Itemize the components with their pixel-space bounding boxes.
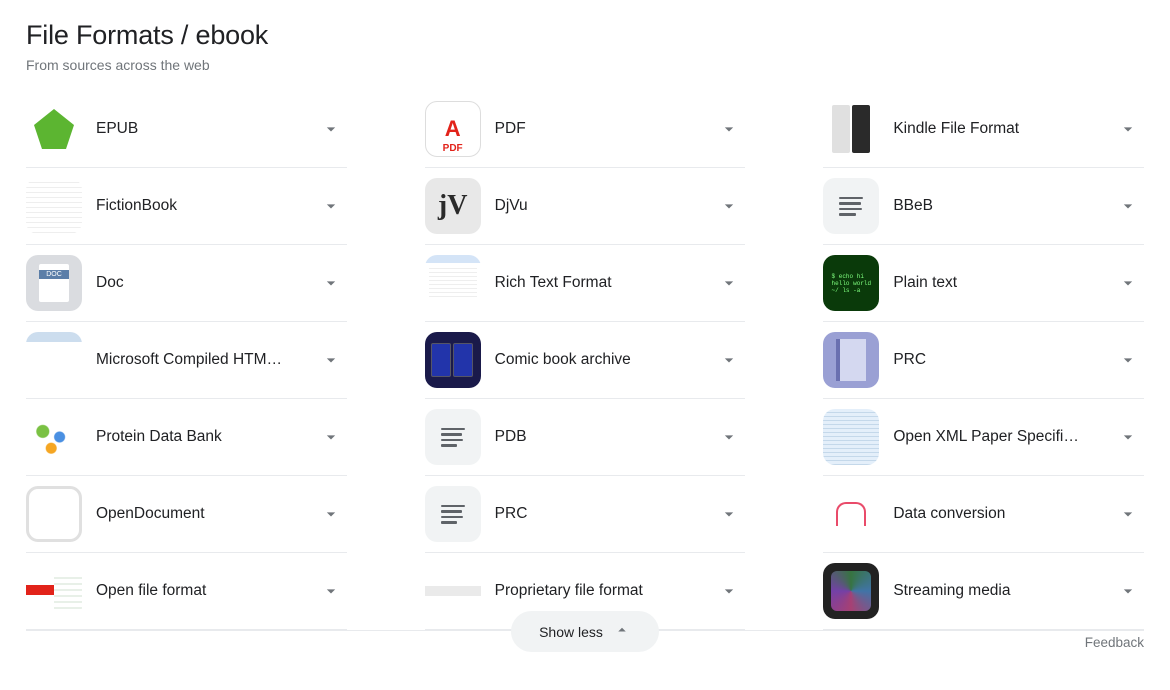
- format-label: Proprietary file format: [495, 582, 704, 600]
- chevron-up-icon: [613, 621, 631, 642]
- format-thumbnail: $ echo hihello world~/ ls -a: [823, 255, 879, 311]
- chevron-down-icon: [319, 271, 343, 295]
- format-label: Open file format: [96, 582, 305, 600]
- format-label: Streaming media: [893, 582, 1102, 600]
- format-thumbnail: [425, 486, 481, 542]
- format-thumbnail: [823, 178, 879, 234]
- format-item[interactable]: PRC: [425, 476, 746, 553]
- format-item[interactable]: Streaming media: [823, 553, 1144, 630]
- format-item[interactable]: Data conversion: [823, 476, 1144, 553]
- format-thumbnail: [823, 563, 879, 619]
- format-item[interactable]: Open XML Paper Specifi…: [823, 399, 1144, 476]
- chevron-down-icon: [717, 502, 741, 526]
- format-item[interactable]: $ echo hihello world~/ ls -a Plain text: [823, 245, 1144, 322]
- format-thumbnail: [425, 332, 481, 388]
- format-label: Microsoft Compiled HTM…: [96, 351, 305, 369]
- format-item[interactable]: PRC: [823, 322, 1144, 399]
- chevron-down-icon: [1116, 271, 1140, 295]
- format-label: PDF: [495, 120, 704, 138]
- chevron-down-icon: [1116, 502, 1140, 526]
- format-label: DjVu: [495, 197, 704, 215]
- format-item[interactable]: Doc: [26, 245, 347, 322]
- format-item[interactable]: OpenDocument: [26, 476, 347, 553]
- format-item[interactable]: Open file format: [26, 553, 347, 630]
- format-thumbnail: [823, 332, 879, 388]
- chevron-down-icon: [1116, 579, 1140, 603]
- chevron-down-icon: [319, 194, 343, 218]
- format-label: PDB: [495, 428, 704, 446]
- format-thumbnail: [823, 486, 879, 542]
- format-thumbnail: APDF: [425, 101, 481, 157]
- format-thumbnail: [26, 178, 82, 234]
- format-item[interactable]: Kindle File Format: [823, 91, 1144, 168]
- header: File Formats / ebook From sources across…: [26, 20, 1144, 73]
- format-label: Kindle File Format: [893, 120, 1102, 138]
- chevron-down-icon: [717, 348, 741, 372]
- format-label: Open XML Paper Specifi…: [893, 428, 1102, 446]
- format-label: Plain text: [893, 274, 1102, 292]
- format-label: OpenDocument: [96, 505, 305, 523]
- format-thumbnail: [425, 563, 481, 619]
- page-title: File Formats / ebook: [26, 20, 1144, 51]
- format-thumbnail: [425, 255, 481, 311]
- chevron-down-icon: [319, 425, 343, 449]
- format-thumbnail: jV: [425, 178, 481, 234]
- format-item[interactable]: APDF PDF: [425, 91, 746, 168]
- chevron-down-icon: [717, 425, 741, 449]
- chevron-down-icon: [319, 579, 343, 603]
- format-thumbnail: [823, 409, 879, 465]
- format-item[interactable]: jV DjVu: [425, 168, 746, 245]
- format-thumbnail: [26, 255, 82, 311]
- chevron-down-icon: [1116, 348, 1140, 372]
- format-label: FictionBook: [96, 197, 305, 215]
- format-item[interactable]: EPUB: [26, 91, 347, 168]
- format-label: PRC: [495, 505, 704, 523]
- format-item[interactable]: Rich Text Format: [425, 245, 746, 322]
- chevron-down-icon: [1116, 425, 1140, 449]
- format-label: Doc: [96, 274, 305, 292]
- format-item[interactable]: Microsoft Compiled HTM…: [26, 322, 347, 399]
- format-thumbnail: [26, 409, 82, 465]
- format-item[interactable]: Protein Data Bank: [26, 399, 347, 476]
- format-thumbnail: [26, 563, 82, 619]
- format-thumbnail: [26, 486, 82, 542]
- format-item[interactable]: PDB: [425, 399, 746, 476]
- chevron-down-icon: [717, 194, 741, 218]
- format-item[interactable]: FictionBook: [26, 168, 347, 245]
- show-less-button[interactable]: Show less: [511, 611, 659, 652]
- format-label: Rich Text Format: [495, 274, 704, 292]
- chevron-down-icon: [717, 579, 741, 603]
- format-item[interactable]: BBeB: [823, 168, 1144, 245]
- format-label: PRC: [893, 351, 1102, 369]
- chevron-down-icon: [717, 271, 741, 295]
- format-thumbnail: [26, 101, 82, 157]
- format-label: Protein Data Bank: [96, 428, 305, 446]
- format-thumbnail: [26, 332, 82, 388]
- format-item[interactable]: Comic book archive: [425, 322, 746, 399]
- chevron-down-icon: [717, 117, 741, 141]
- chevron-down-icon: [1116, 117, 1140, 141]
- format-grid: EPUB APDF PDF Kindle File Format FictionBook…: [26, 91, 1144, 630]
- format-label: BBeB: [893, 197, 1102, 215]
- format-thumbnail: [823, 101, 879, 157]
- chevron-down-icon: [319, 502, 343, 526]
- chevron-down-icon: [319, 348, 343, 372]
- footer: Show less Feedback: [26, 630, 1144, 670]
- chevron-down-icon: [319, 117, 343, 141]
- feedback-link[interactable]: Feedback: [1085, 635, 1144, 650]
- format-thumbnail: [425, 409, 481, 465]
- format-label: Comic book archive: [495, 351, 704, 369]
- format-label: Data conversion: [893, 505, 1102, 523]
- format-label: EPUB: [96, 120, 305, 138]
- chevron-down-icon: [1116, 194, 1140, 218]
- page-subtitle: From sources across the web: [26, 57, 1144, 73]
- show-less-label: Show less: [539, 624, 603, 640]
